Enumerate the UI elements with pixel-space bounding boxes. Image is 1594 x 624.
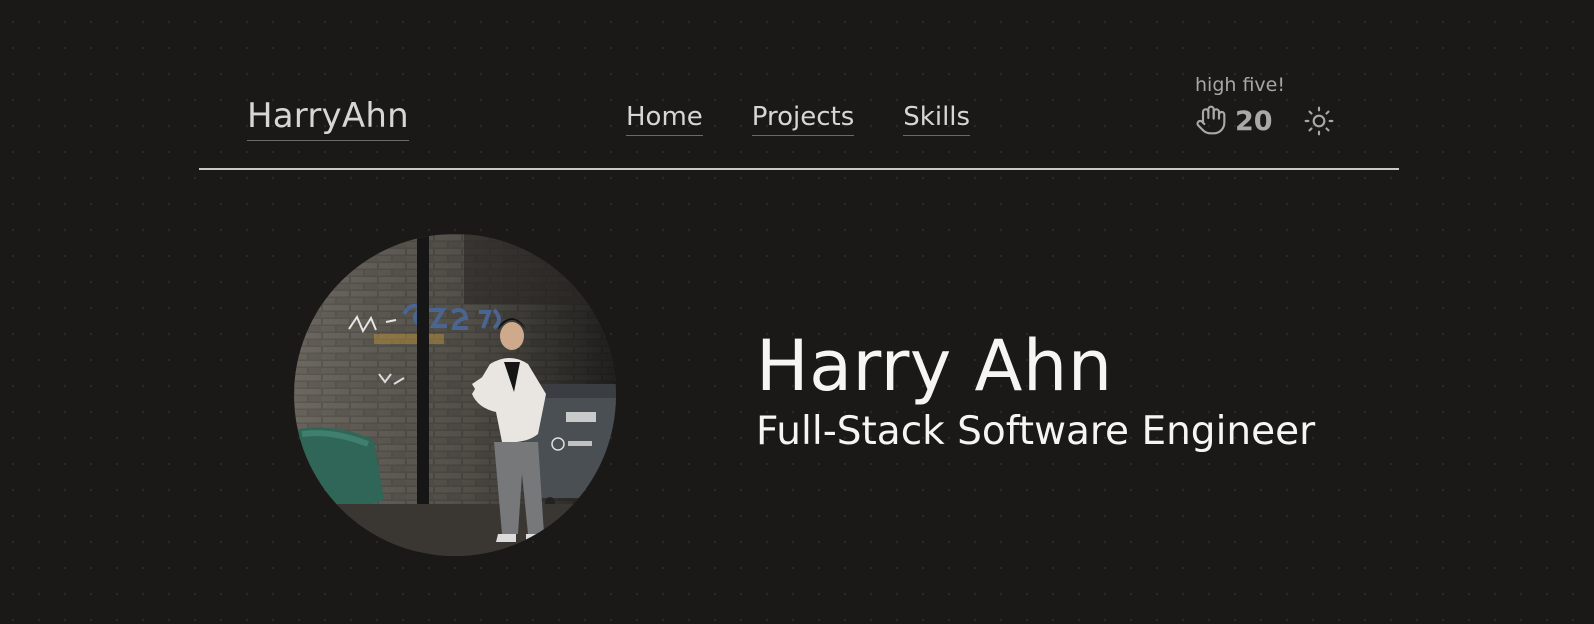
brand-logo-link[interactable]: HarryAhn xyxy=(247,96,409,141)
theme-toggle-button[interactable] xyxy=(1303,105,1335,137)
high-five-count: 20 xyxy=(1235,106,1273,137)
hand-icon xyxy=(1195,104,1227,140)
hero-name: Harry Ahn xyxy=(756,325,1113,407)
nav-link-projects[interactable]: Projects xyxy=(751,100,855,136)
main-nav: Home Projects Skills xyxy=(626,100,971,136)
sun-icon xyxy=(1303,106,1335,141)
nav-link-skills[interactable]: Skills xyxy=(903,100,971,136)
profile-photo xyxy=(294,234,616,556)
header-divider xyxy=(199,168,1399,170)
high-five-button[interactable]: 20 xyxy=(1195,104,1273,140)
hero-job-title: Full-Stack Software Engineer xyxy=(756,409,1316,454)
nav-link-home[interactable]: Home xyxy=(626,100,703,136)
high-five-label: high five! xyxy=(1195,74,1285,96)
